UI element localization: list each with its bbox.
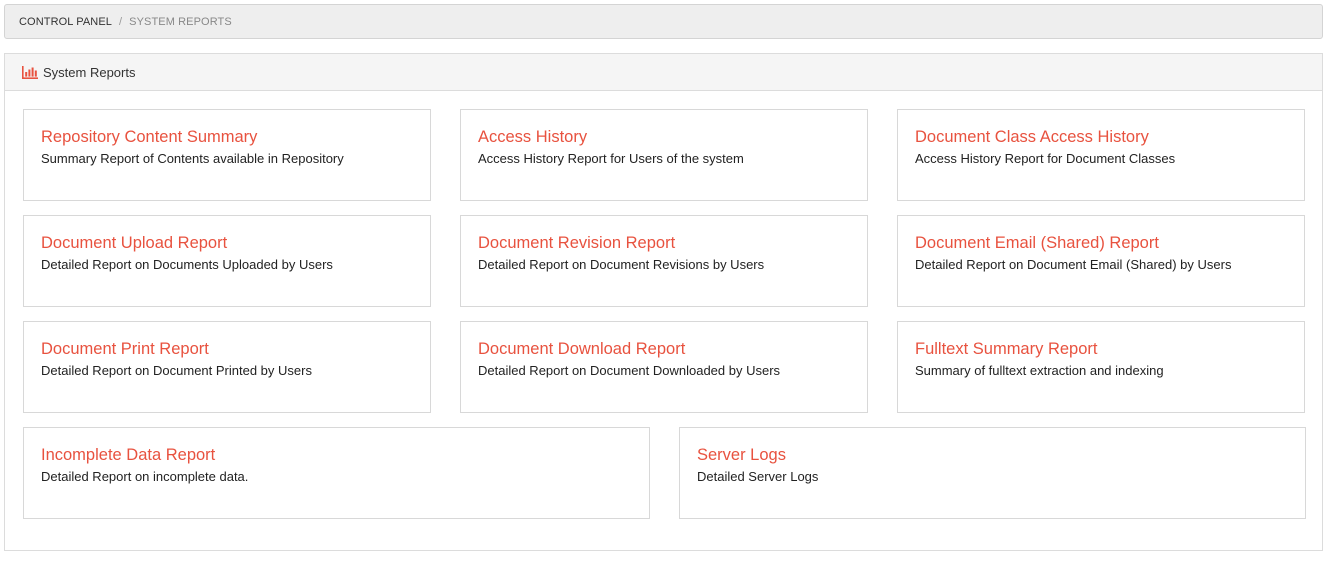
report-description: Summary Report of Contents available in … — [41, 151, 344, 166]
report-card-document-class-access-history[interactable]: Document Class Access History Access His… — [897, 109, 1305, 201]
report-description: Detailed Report on Document Downloaded b… — [478, 363, 781, 378]
breadcrumb-control-panel-link[interactable]: CONTROL PANEL — [19, 16, 112, 28]
report-card-repository-content-summary[interactable]: Repository Content Summary Summary Repor… — [23, 109, 431, 201]
panel-header: System Reports — [5, 54, 1322, 91]
report-link-server-logs[interactable]: Server Logs — [697, 445, 1288, 465]
report-link-document-email-shared-report[interactable]: Document Email (Shared) Report — [915, 233, 1287, 253]
report-link-document-download-report[interactable]: Document Download Report — [478, 339, 850, 359]
report-card-document-download-report[interactable]: Document Download Report Detailed Report… — [460, 321, 868, 413]
report-link-document-upload-report[interactable]: Document Upload Report — [41, 233, 413, 253]
report-card-fulltext-summary-report[interactable]: Fulltext Summary Report Summary of fullt… — [897, 321, 1305, 413]
panel-title: System Reports — [43, 64, 136, 80]
breadcrumb: CONTROL PANEL / SYSTEM REPORTS — [4, 4, 1323, 39]
bar-chart-icon — [22, 65, 38, 79]
report-description: Detailed Report on Document Revisions by… — [478, 257, 765, 272]
report-description: Detailed Server Logs — [697, 469, 819, 484]
report-card-access-history[interactable]: Access History Access History Report for… — [460, 109, 868, 201]
report-link-fulltext-summary-report[interactable]: Fulltext Summary Report — [915, 339, 1287, 359]
report-link-document-revision-report[interactable]: Document Revision Report — [478, 233, 850, 253]
report-description: Summary of fulltext extraction and index… — [915, 363, 1164, 378]
report-description: Access History Report for Users of the s… — [478, 151, 744, 166]
report-card-document-email-shared-report[interactable]: Document Email (Shared) Report Detailed … — [897, 215, 1305, 307]
report-description: Detailed Report on Documents Uploaded by… — [41, 257, 333, 272]
report-card-document-revision-report[interactable]: Document Revision Report Detailed Report… — [460, 215, 868, 307]
report-description: Detailed Report on incomplete data. — [41, 469, 249, 484]
breadcrumb-current: SYSTEM REPORTS — [129, 15, 232, 28]
report-link-document-class-access-history[interactable]: Document Class Access History — [915, 127, 1287, 147]
report-card-document-print-report[interactable]: Document Print Report Detailed Report on… — [23, 321, 431, 413]
report-card-server-logs[interactable]: Server Logs Detailed Server Logs — [679, 427, 1306, 519]
report-card-incomplete-data-report[interactable]: Incomplete Data Report Detailed Report o… — [23, 427, 650, 519]
report-link-access-history[interactable]: Access History — [478, 127, 850, 147]
report-card-document-upload-report[interactable]: Document Upload Report Detailed Report o… — [23, 215, 431, 307]
report-description: Detailed Report on Document Email (Share… — [915, 257, 1232, 272]
report-link-incomplete-data-report[interactable]: Incomplete Data Report — [41, 445, 632, 465]
report-link-repository-content-summary[interactable]: Repository Content Summary — [41, 127, 413, 147]
breadcrumb-separator: / — [119, 15, 123, 28]
report-description: Access History Report for Document Class… — [915, 151, 1176, 166]
report-description: Detailed Report on Document Printed by U… — [41, 363, 312, 378]
system-reports-panel: System Reports Repository Content Summar… — [4, 53, 1323, 551]
report-link-document-print-report[interactable]: Document Print Report — [41, 339, 413, 359]
